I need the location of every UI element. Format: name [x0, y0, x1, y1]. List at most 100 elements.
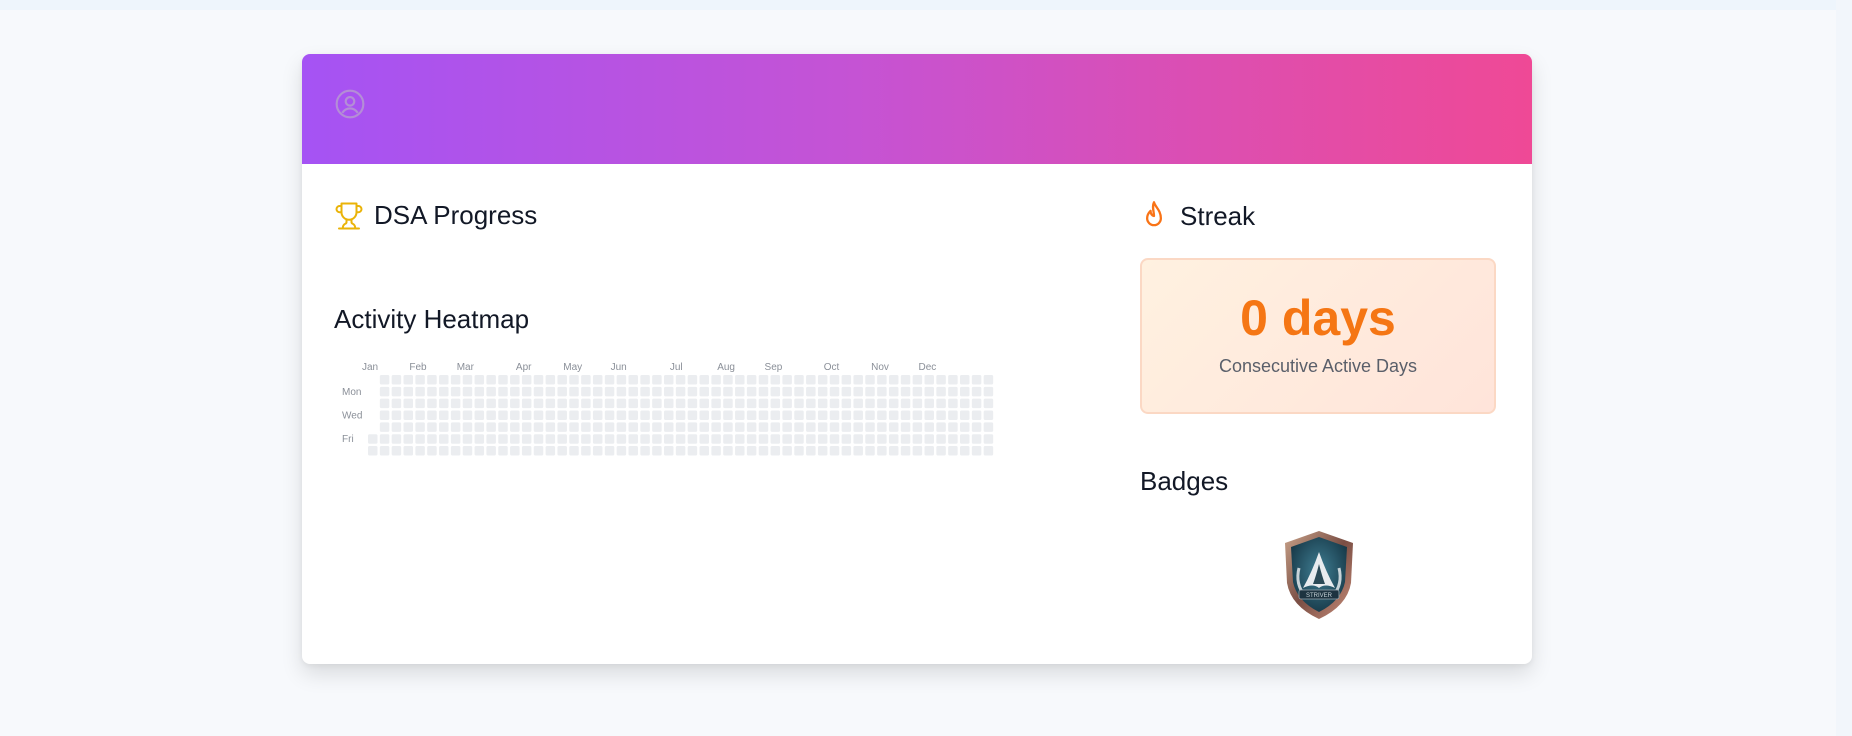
- heatmap-cell[interactable]: [983, 386, 994, 397]
- heatmap-cell[interactable]: [604, 410, 615, 421]
- heatmap-cell[interactable]: [912, 446, 923, 456]
- heatmap-cell[interactable]: [498, 446, 508, 456]
- heatmap-cell[interactable]: [924, 398, 934, 409]
- heatmap-cell[interactable]: [557, 446, 567, 456]
- heatmap-cell[interactable]: [379, 422, 390, 432]
- heatmap-cell[interactable]: [936, 375, 946, 385]
- heatmap-cell[interactable]: [687, 446, 698, 456]
- heatmap-cell[interactable]: [924, 434, 934, 444]
- heatmap-cell[interactable]: [841, 422, 852, 432]
- heatmap-cell[interactable]: [711, 422, 721, 432]
- heatmap-cell[interactable]: [782, 446, 792, 456]
- heatmap-cell[interactable]: [817, 375, 828, 385]
- heatmap-cell[interactable]: [510, 434, 520, 444]
- heatmap-cell[interactable]: [924, 410, 934, 421]
- heatmap-cell[interactable]: [971, 410, 982, 421]
- heatmap-cell[interactable]: [604, 386, 615, 397]
- heatmap-cell[interactable]: [888, 446, 899, 456]
- heatmap-cell[interactable]: [782, 375, 792, 385]
- heatmap-cell[interactable]: [806, 410, 816, 421]
- heatmap-cell[interactable]: [853, 446, 863, 456]
- heatmap-cell[interactable]: [971, 386, 982, 397]
- heatmap-cell[interactable]: [427, 434, 437, 444]
- heatmap-cell[interactable]: [581, 386, 591, 397]
- heatmap-cell[interactable]: [853, 434, 863, 444]
- heatmap-cell[interactable]: [960, 434, 970, 444]
- heatmap-cell[interactable]: [758, 386, 769, 397]
- heatmap-cell[interactable]: [817, 410, 828, 421]
- heatmap-cell[interactable]: [699, 410, 710, 421]
- heatmap-cell[interactable]: [960, 422, 970, 432]
- heatmap-cell[interactable]: [498, 375, 508, 385]
- heatmap-cell[interactable]: [806, 386, 816, 397]
- heatmap-cell[interactable]: [415, 410, 425, 421]
- heatmap-cell[interactable]: [379, 398, 390, 409]
- heatmap-cell[interactable]: [723, 386, 733, 397]
- heatmap-cell[interactable]: [865, 386, 875, 397]
- heatmap-cell[interactable]: [853, 410, 863, 421]
- heatmap-cell[interactable]: [948, 398, 958, 409]
- heatmap-cell[interactable]: [427, 446, 437, 456]
- heatmap-cell[interactable]: [924, 375, 934, 385]
- heatmap-cell[interactable]: [817, 434, 828, 444]
- heatmap-cell[interactable]: [806, 434, 816, 444]
- heatmap-cell[interactable]: [960, 410, 970, 421]
- heatmap-cell[interactable]: [439, 410, 449, 421]
- heatmap-cell[interactable]: [841, 398, 852, 409]
- heatmap-cell[interactable]: [521, 375, 532, 385]
- heatmap-cell[interactable]: [450, 410, 461, 421]
- heatmap-cell[interactable]: [640, 375, 650, 385]
- heatmap-cell[interactable]: [664, 434, 674, 444]
- heatmap-cell[interactable]: [900, 410, 911, 421]
- heatmap-cell[interactable]: [948, 386, 958, 397]
- heatmap-cell[interactable]: [971, 398, 982, 409]
- heatmap-cell[interactable]: [462, 422, 473, 432]
- heatmap-cell[interactable]: [652, 434, 662, 444]
- heatmap-cell[interactable]: [912, 375, 923, 385]
- heatmap-cell[interactable]: [735, 422, 745, 432]
- heatmap-cell[interactable]: [604, 398, 615, 409]
- heatmap-cell[interactable]: [581, 398, 591, 409]
- heatmap-cell[interactable]: [735, 434, 745, 444]
- heatmap-cell[interactable]: [675, 422, 686, 432]
- heatmap-cell[interactable]: [521, 422, 532, 432]
- heatmap-cell[interactable]: [782, 410, 792, 421]
- heatmap-cell[interactable]: [971, 375, 982, 385]
- heatmap-cell[interactable]: [877, 386, 887, 397]
- heatmap-cell[interactable]: [379, 386, 390, 397]
- heatmap-cell[interactable]: [699, 386, 710, 397]
- heatmap-cell[interactable]: [829, 434, 840, 444]
- heatmap-cell[interactable]: [403, 446, 414, 456]
- heatmap-cell[interactable]: [900, 422, 911, 432]
- heatmap-cell[interactable]: [379, 446, 390, 456]
- heatmap-cell[interactable]: [545, 446, 556, 456]
- heatmap-cell[interactable]: [924, 422, 934, 432]
- heatmap-cell[interactable]: [427, 410, 437, 421]
- heatmap-cell[interactable]: [510, 375, 520, 385]
- heatmap-cell[interactable]: [557, 386, 567, 397]
- heatmap-cell[interactable]: [912, 386, 923, 397]
- heatmap-cell[interactable]: [841, 434, 852, 444]
- heatmap-cell[interactable]: [533, 422, 544, 432]
- heatmap-cell[interactable]: [545, 398, 556, 409]
- heatmap-cell[interactable]: [652, 410, 662, 421]
- heatmap-cell[interactable]: [391, 386, 402, 397]
- heatmap-cell[interactable]: [770, 410, 781, 421]
- heatmap-cell[interactable]: [533, 410, 544, 421]
- heatmap-cell[interactable]: [616, 398, 627, 409]
- heatmap-cell[interactable]: [758, 446, 769, 456]
- heatmap-cell[interactable]: [675, 375, 686, 385]
- heatmap-cell[interactable]: [948, 434, 958, 444]
- heatmap-cell[interactable]: [462, 410, 473, 421]
- heatmap-cell[interactable]: [474, 434, 485, 444]
- heatmap-cell[interactable]: [841, 446, 852, 456]
- heatmap-cell[interactable]: [569, 434, 579, 444]
- heatmap-cell[interactable]: [723, 410, 733, 421]
- heatmap-cell[interactable]: [770, 446, 781, 456]
- heatmap-cell[interactable]: [735, 386, 745, 397]
- heatmap-cell[interactable]: [723, 398, 733, 409]
- heatmap-cell[interactable]: [711, 446, 721, 456]
- heatmap-cell[interactable]: [829, 386, 840, 397]
- heatmap-cell[interactable]: [415, 398, 425, 409]
- heatmap-cell[interactable]: [877, 434, 887, 444]
